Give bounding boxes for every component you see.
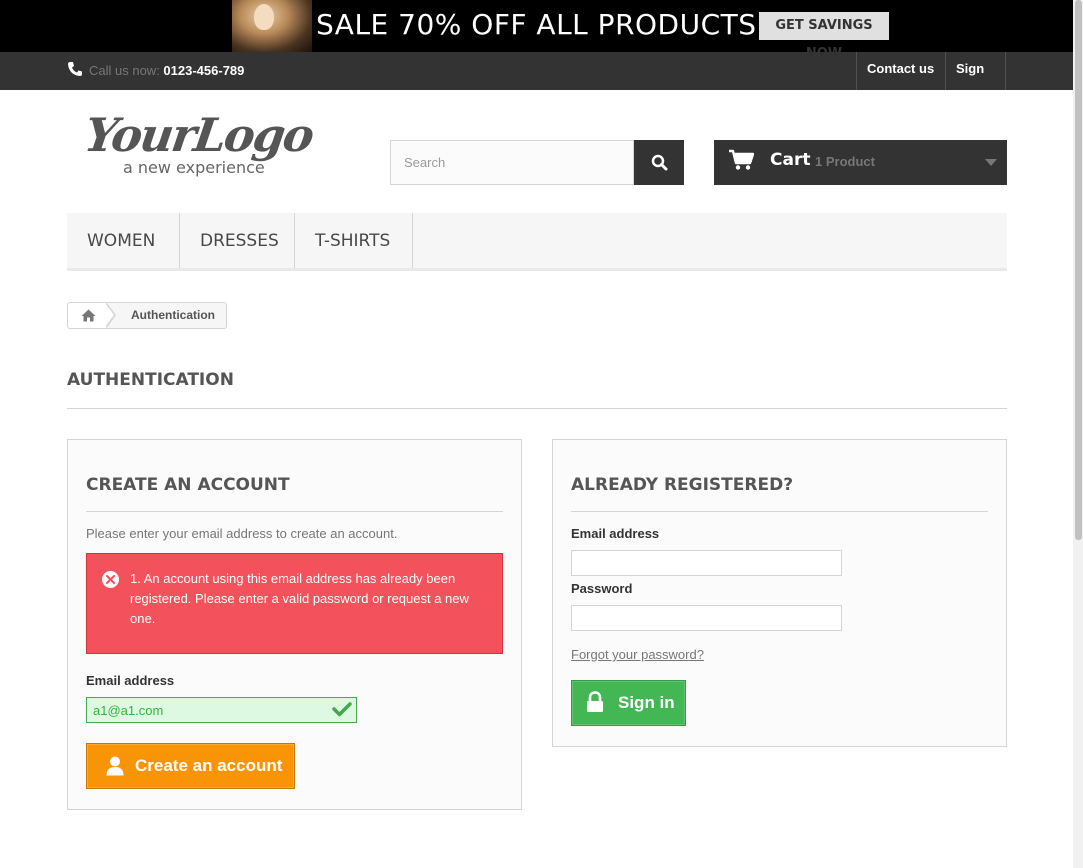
login-title: ALREADY REGISTERED? [571, 475, 988, 512]
banner-model-image [232, 0, 312, 52]
create-account-intro: Please enter your email address to creat… [86, 526, 398, 541]
create-account-button[interactable]: Create an account [86, 743, 295, 789]
search-icon [651, 154, 667, 171]
breadcrumb-current: Authentication [131, 308, 215, 322]
forgot-password-link[interactable]: Forgot your password? [571, 647, 704, 662]
password-label: Password [571, 581, 633, 596]
cart-count: 1 Product [815, 154, 875, 169]
phone-number: 0123-456-789 [163, 63, 245, 78]
user-icon [106, 756, 124, 776]
create-account-form: CREATE AN ACCOUNT Please enter your emai… [67, 439, 522, 810]
breadcrumb-home[interactable] [68, 303, 108, 328]
menu-item-dresses[interactable]: DRESSES [180, 213, 295, 268]
top-nav-bar: Call us now: 0123-456-789 Contact us Sig… [0, 52, 1073, 110]
phone-info: Call us now: 0123-456-789 [67, 61, 244, 78]
menu-item-women[interactable]: WOMEN [67, 213, 180, 268]
menu-item-tshirts[interactable]: T-SHIRTS [295, 213, 413, 268]
page-scrollbar[interactable] [1073, 0, 1083, 868]
login-form: ALREADY REGISTERED? Email address Passwo… [552, 439, 1007, 747]
login-email-input[interactable] [571, 550, 842, 576]
create-account-label: Create an account [135, 756, 283, 775]
phone-prefix: Call us now: [89, 63, 164, 78]
phone-icon [68, 62, 82, 76]
search-form [390, 140, 684, 185]
search-input[interactable] [390, 140, 634, 185]
site-logo[interactable]: YourLogo a new experience [81, 108, 330, 185]
checkmark-icon [332, 702, 352, 717]
create-email-input[interactable] [86, 697, 357, 723]
sign-in-label: Sign in [618, 693, 675, 712]
create-email-label: Email address [86, 673, 175, 688]
cart-label: Cart [770, 150, 811, 170]
logo-tagline: a new experience [123, 158, 265, 177]
chevron-down-icon [985, 159, 997, 166]
lock-icon [587, 691, 603, 712]
password-input[interactable] [571, 605, 842, 631]
promo-banner[interactable]: SALE 70% OFF ALL PRODUCTS GET SAVINGS NO… [0, 0, 1073, 52]
contact-us-link[interactable]: Contact us [856, 52, 944, 90]
search-button[interactable] [634, 140, 684, 185]
breadcrumb: Authentication [67, 302, 227, 329]
banner-text: SALE 70% OFF ALL PRODUCTS [316, 8, 757, 41]
error-alert: 1. An account using this email address h… [86, 553, 503, 654]
home-icon [81, 309, 95, 322]
error-message: 1. An account using this email address h… [130, 571, 469, 626]
main-menu: WOMEN DRESSES T-SHIRTS [67, 213, 1007, 271]
sign-in-button[interactable]: Sign in [571, 680, 686, 726]
cart-block[interactable]: Cart 1 Product [714, 140, 1007, 185]
scrollbar-thumb[interactable] [1075, 0, 1082, 540]
login-email-label: Email address [571, 526, 660, 541]
close-circle-icon [102, 571, 119, 588]
get-savings-button[interactable]: GET SAVINGS NOW [759, 12, 889, 52]
page-title: AUTHENTICATION [67, 370, 1007, 409]
breadcrumb-separator [105, 302, 116, 329]
cart-icon [729, 149, 754, 170]
create-account-title: CREATE AN ACCOUNT [86, 475, 503, 512]
logo-wordmark: YourLogo [81, 108, 316, 162]
sign-in-link[interactable]: Sign in [945, 52, 1006, 110]
